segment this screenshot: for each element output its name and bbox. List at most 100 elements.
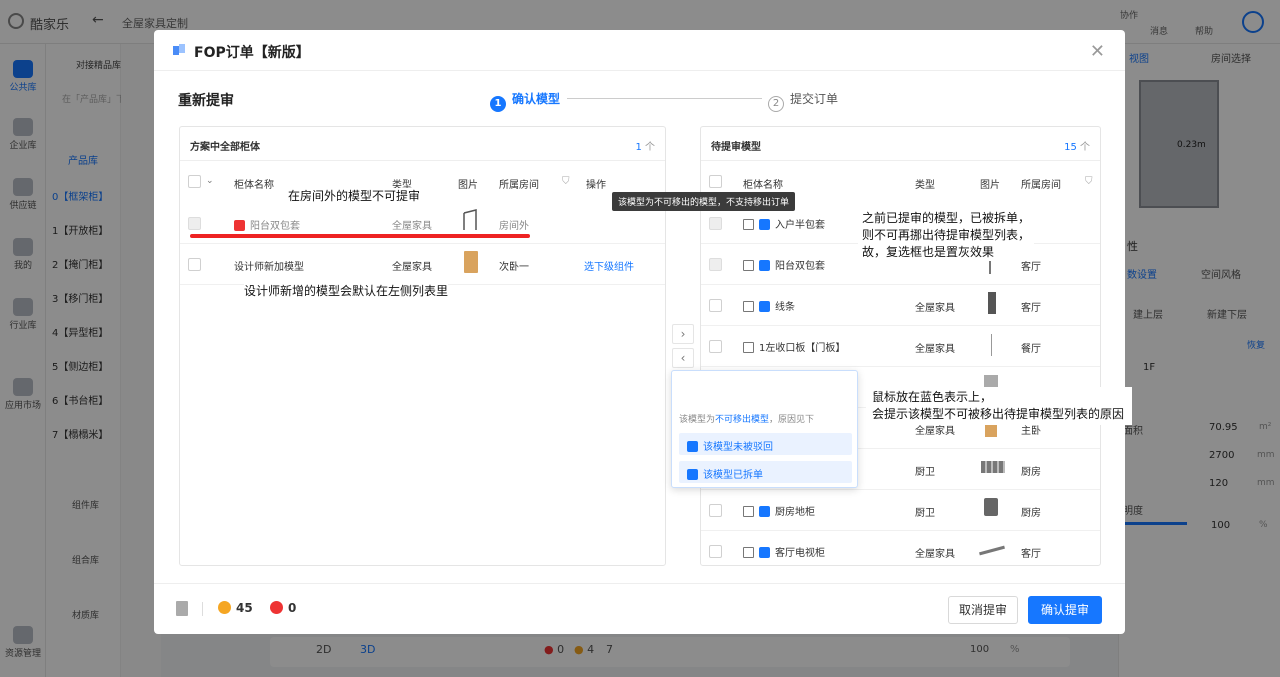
step-confirm-model: 1 确认模型: [490, 90, 560, 112]
col-header: 操作: [586, 180, 606, 191]
table-row: 1左收口板【门板】 全屋家具 餐厅: [701, 326, 1100, 367]
passed-model-icon: [218, 601, 231, 614]
close-icon[interactable]: ✕: [1090, 41, 1105, 62]
row-checkbox[interactable]: [709, 340, 722, 353]
panel-title: 方案中全部柜体: [190, 142, 260, 153]
cabinet-name: 阳台双包套: [743, 257, 825, 272]
row-checkbox-disabled: [709, 258, 722, 271]
annotation-hover-note: 鼠标放在蓝色表示上， 会提示该模型不可被移出待提审模型列表的原因: [866, 387, 1132, 425]
cabinet-thumbnail: [981, 461, 1005, 473]
row-checkbox[interactable]: [709, 504, 722, 517]
failed-model-icon: [270, 601, 283, 614]
col-header: 图片: [980, 180, 1000, 191]
step-connector: [567, 98, 762, 99]
annotation-designer-new: 设计师新增的模型会默认在左侧列表里: [244, 283, 449, 300]
cabinet-room: 房间外: [499, 221, 529, 232]
model-tree-icon: [743, 547, 754, 558]
move-left-button[interactable]: ‹: [672, 348, 694, 368]
cabinet-type: 全屋家具: [915, 549, 955, 560]
model-icon: [687, 441, 698, 452]
header-divider: [154, 70, 1125, 71]
cabinet-name: 入户半包套: [743, 216, 825, 231]
cabinet-thumbnail: [463, 209, 477, 230]
panel-header: 方案中全部柜体 1 个: [180, 127, 665, 161]
cabinet-name: 客厅电视柜: [743, 544, 825, 559]
cabinet-name: 设计师新加模型: [234, 262, 304, 273]
cabinet-type: 全屋家具: [392, 262, 432, 273]
step-submit-order: 2 提交订单: [768, 90, 838, 112]
fop-logo-icon: [173, 44, 185, 55]
model-tree-icon: [743, 506, 754, 517]
panel-count: 1 个: [635, 142, 655, 153]
footer-separator: [202, 602, 203, 616]
footer-divider: [154, 583, 1125, 584]
cabinet-name: 阳台双包套: [234, 217, 300, 232]
table-row: 线条 全屋家具 客厅: [701, 285, 1100, 326]
table-header: 柜体名称 类型 图片 所属房间 ⛉: [701, 167, 1100, 195]
error-model-icon: [234, 220, 245, 231]
popover-caption: 该模型为不可移出模型，原因见下: [679, 415, 815, 425]
select-all-checkbox[interactable]: [709, 175, 722, 188]
blue-model-icon[interactable]: [759, 506, 770, 517]
table-row: 客厅电视柜 全屋家具 客厅: [701, 531, 1100, 565]
move-right-button[interactable]: ›: [672, 324, 694, 344]
col-header: 类型: [915, 180, 935, 191]
row-checkbox-disabled: [188, 217, 201, 230]
row-checkbox[interactable]: [709, 545, 722, 558]
panel-title: 待提审模型: [711, 142, 761, 153]
confirm-review-button[interactable]: 确认提审: [1028, 596, 1102, 624]
blue-model-icon[interactable]: [759, 260, 770, 271]
cabinet-type: 全屋家具: [392, 221, 432, 232]
row-checkbox[interactable]: [188, 258, 201, 271]
reason-item: 该模型未被驳回: [679, 433, 852, 455]
not-removable-tooltip: 该模型为不可移出的模型，不支持移出订单: [612, 192, 796, 211]
filter-icon[interactable]: ⛉: [1085, 176, 1093, 187]
select-all-checkbox[interactable]: [188, 175, 201, 188]
reason-item: 该模型已拆单: [679, 461, 852, 483]
cabinet-room: 次卧一: [499, 262, 529, 273]
cabinet-type: 全屋家具: [915, 303, 955, 314]
col-header: 柜体名称: [743, 180, 783, 191]
clipboard-icon[interactable]: [176, 601, 188, 616]
cabinet-thumbnail: [991, 334, 992, 356]
model-tree-icon: [743, 219, 754, 230]
cabinet-thumbnail: [979, 545, 1005, 556]
table-header: ⌄ 柜体名称 类型 图片 所属房间 ⛉ 操作: [180, 167, 665, 195]
filter-icon[interactable]: ⛉: [562, 176, 570, 187]
annotation-split-note: 之前已提审的模型，已被拆单， 则不可再挪出待提审模型列表， 故，复选框也是置灰效…: [858, 210, 1035, 261]
cabinet-name: 厨房地柜: [743, 503, 815, 518]
model-tree-icon: [743, 301, 754, 312]
panel-count: 15 个: [1064, 142, 1090, 153]
table-row: 设计师新加模型 全屋家具 次卧一 选下级组件: [180, 244, 665, 285]
row-checkbox-disabled: [709, 217, 722, 230]
col-header: 柜体名称: [234, 180, 274, 191]
col-header: 所属房间: [499, 180, 539, 191]
blue-model-icon[interactable]: [759, 301, 770, 312]
cabinet-thumbnail: [988, 292, 996, 314]
annotation-underline: [190, 234, 530, 238]
blue-model-icon[interactable]: [759, 219, 770, 230]
cabinet-room: 厨房: [1021, 467, 1041, 478]
annotation-out-of-room: 在房间外的模型不可提审: [288, 188, 421, 205]
cabinet-type: 全屋家具: [915, 344, 955, 355]
section-title: 重新提审: [178, 93, 234, 109]
cabinet-room: 餐厅: [1021, 344, 1041, 355]
cabinet-room: 客厅: [1021, 549, 1041, 560]
fop-order-modal: FOP订单【新版】 ✕ 重新提审 1 确认模型 2 提交订单 方案中全部柜体 1 个…: [154, 30, 1125, 634]
model-icon: [687, 469, 698, 480]
all-cabinets-panel: 方案中全部柜体 1 个 ⌄ 柜体名称 类型 图片 所属房间 ⛉ 操作 阳台双包套…: [179, 126, 666, 566]
chevron-down-icon[interactable]: ⌄: [206, 176, 214, 186]
panel-header: 待提审模型 15 个: [701, 127, 1100, 161]
modal-title: FOP订单【新版】: [194, 45, 310, 61]
model-tree-icon: [743, 342, 754, 353]
cabinet-type: 厨卫: [915, 508, 935, 519]
reason-popover: 该模型为不可移出模型，原因见下 该模型未被驳回 该模型已拆单: [671, 370, 858, 488]
cabinet-thumbnail: [984, 498, 998, 516]
cabinet-name: 1左收口板【门板】: [743, 339, 845, 354]
col-header: 所属房间: [1021, 180, 1061, 191]
cabinet-thumbnail: [464, 251, 478, 273]
row-checkbox[interactable]: [709, 299, 722, 312]
cancel-review-button[interactable]: 取消提审: [948, 596, 1018, 624]
blue-model-icon[interactable]: [759, 547, 770, 558]
select-sub-component-link[interactable]: 选下级组件: [584, 258, 634, 273]
